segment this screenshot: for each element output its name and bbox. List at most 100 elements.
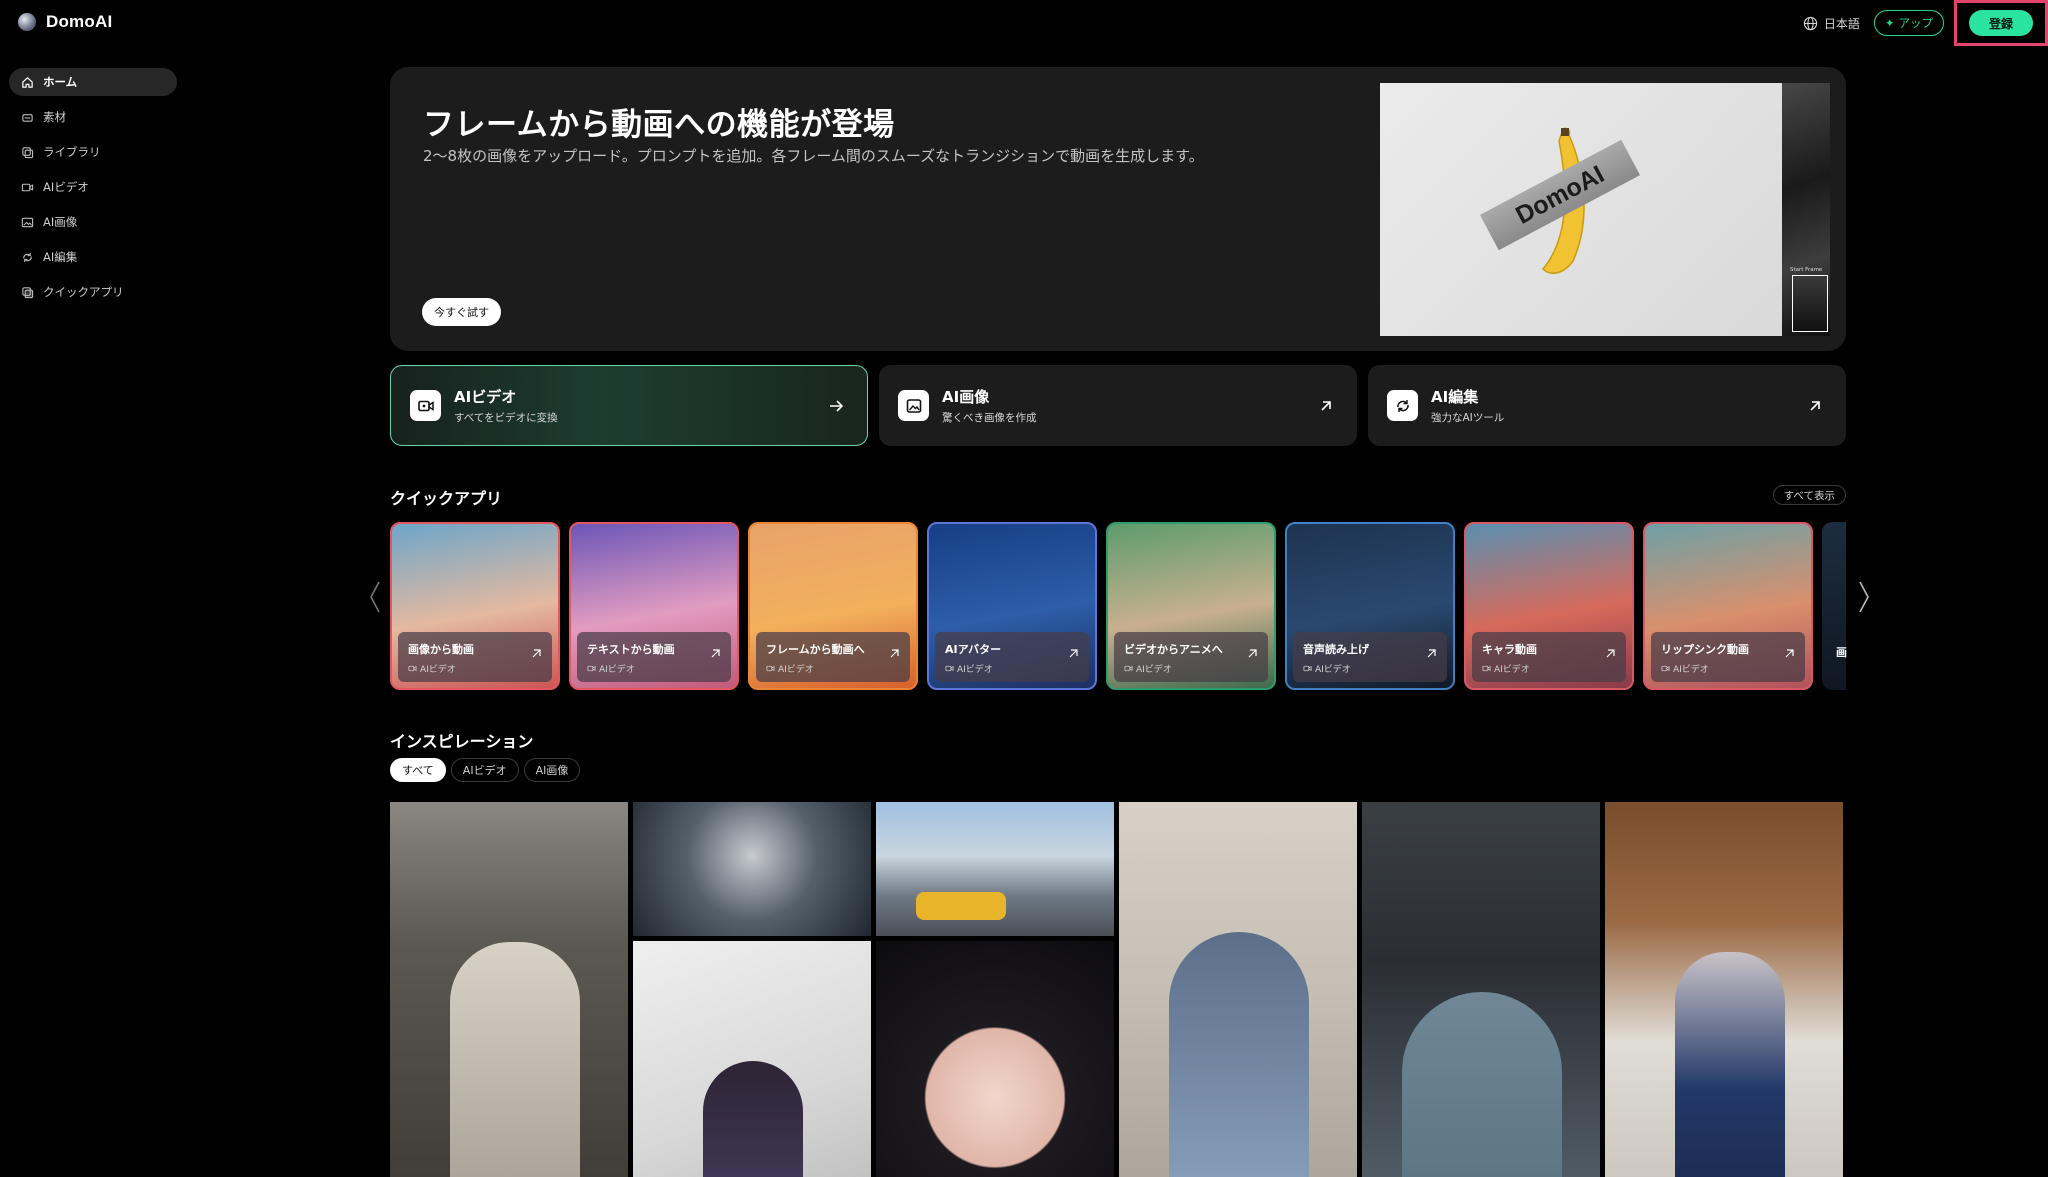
gallery-item[interactable] xyxy=(1605,802,1843,1177)
sidebar: ホーム 素材 ライブラリ AIビデオ AI画像 AI編集 クイックアプリ xyxy=(9,68,177,313)
assets-icon xyxy=(22,113,33,122)
register-button[interactable]: 登録 xyxy=(1969,10,2033,36)
quick-app-card[interactable]: フレームから動画へ AIビデオ xyxy=(748,522,918,690)
inspiration-title: インスピレーション xyxy=(390,732,534,751)
anime-boy-image xyxy=(703,1061,803,1177)
arrow-up-right-icon xyxy=(1785,649,1794,658)
show-all-button[interactable]: すべて表示 xyxy=(1772,485,1846,505)
anime-woman-image xyxy=(1675,952,1785,1177)
topbar-actions: 日本語 ✦ アップ 登録 xyxy=(1803,0,2048,46)
chevron-right-icon[interactable] xyxy=(1857,579,1871,615)
taxi-image xyxy=(916,892,1006,920)
arrow-up-right-icon xyxy=(1606,649,1615,658)
sparkle-icon: ✦ xyxy=(1884,16,1895,30)
start-frame-thumbnail[interactable] xyxy=(1792,275,1828,332)
quick-app-card[interactable]: ビデオからアニメへ AIビデオ xyxy=(1106,522,1276,690)
quick-app-tag: AIビデオ xyxy=(945,662,1079,675)
brand-logo[interactable]: DomoAI xyxy=(18,12,112,32)
language-label: 日本語 xyxy=(1823,16,1860,31)
quick-apps-carousel: 画像から動画 AIビデオ テキストから動画 AIビデオ フレームから動画へ AI… xyxy=(390,522,1847,690)
quick-app-label: AIアバター AIビデオ xyxy=(935,632,1089,682)
quick-app-card[interactable]: テキストから動画 AIビデオ xyxy=(569,522,739,690)
quick-app-tag: AIビデオ xyxy=(1661,662,1795,675)
couple-selfie-image xyxy=(450,942,580,1177)
image-icon xyxy=(898,390,929,421)
sidebar-item-label: AI編集 xyxy=(43,250,78,264)
filter-ai-image[interactable]: AI画像 xyxy=(523,758,581,782)
quick-app-card[interactable]: 画像から動画 AIビデオ xyxy=(390,522,560,690)
main-content: フレームから動画への機能が登場 2～8枚の画像をアップロード。プロンプトを追加。… xyxy=(370,67,1869,1177)
hero-image: DomoAI xyxy=(1380,83,1782,336)
quick-app-name: 画像から動画 xyxy=(408,643,474,656)
quick-app-tag: AIビデオ xyxy=(587,662,721,675)
sidebar-item-ai-image[interactable]: AI画像 xyxy=(9,208,177,236)
sidebar-item-quick-apps[interactable]: クイックアプリ xyxy=(9,278,177,306)
arrow-up-right-icon xyxy=(711,649,720,658)
quick-app-label: テキストから動画 AIビデオ xyxy=(577,632,731,682)
video-icon xyxy=(408,665,417,672)
quick-app-tag-label: AIビデオ xyxy=(957,665,993,675)
quick-app-card[interactable]: キャラ動画 AIビデオ xyxy=(1464,522,1634,690)
arrow-up-right-icon xyxy=(1069,649,1078,658)
arrow-right-icon xyxy=(830,399,844,412)
quick-app-card[interactable]: リップシンク動画 AIビデオ xyxy=(1643,522,1813,690)
quick-app-card-partial[interactable]: 画 xyxy=(1822,522,1847,690)
brand-name: DomoAI xyxy=(46,12,113,31)
quick-app-tag-label: AIビデオ xyxy=(778,665,814,675)
video-icon xyxy=(766,665,775,672)
feature-subtitle: 強力なAIツール xyxy=(1431,412,1505,424)
library-icon xyxy=(22,146,34,158)
register-highlight: 登録 xyxy=(1954,0,2048,46)
video-icon xyxy=(1124,665,1133,672)
feature-title: AI画像 xyxy=(942,388,990,406)
gallery-item[interactable] xyxy=(390,802,628,1177)
sidebar-item-ai-video[interactable]: AIビデオ xyxy=(9,173,177,201)
gallery-item[interactable] xyxy=(1362,802,1600,1177)
image-icon xyxy=(21,217,34,227)
globe-icon xyxy=(1803,16,1817,30)
gallery-item[interactable] xyxy=(1119,802,1357,1177)
filter-ai-video[interactable]: AIビデオ xyxy=(450,758,519,782)
language-selector[interactable]: 日本語 xyxy=(1803,15,1860,32)
feature-card-ai-image[interactable]: AI画像 驚くべき画像を作成 xyxy=(879,365,1357,446)
start-frame-label: Start Frame xyxy=(1790,267,1823,273)
feature-subtitle: 驚くべき画像を作成 xyxy=(942,412,1037,424)
app-button[interactable]: ✦ アップ xyxy=(1873,10,1944,36)
quick-app-label: ビデオからアニメへ AIビデオ xyxy=(1114,632,1268,682)
chevron-left-icon[interactable] xyxy=(368,579,382,615)
sidebar-item-label: 素材 xyxy=(43,110,66,124)
sidebar-item-label: クイックアプリ xyxy=(43,285,124,299)
video-icon xyxy=(410,390,441,421)
edit-icon xyxy=(1387,390,1418,421)
quick-app-tag-label: AIビデオ xyxy=(1494,665,1530,675)
feature-cards: AIビデオ すべてをビデオに変換 AI画像 驚くべき画像を作成 AI編集 強力な… xyxy=(390,365,1846,446)
try-now-button[interactable]: 今すぐ試す xyxy=(422,298,501,326)
quick-app-card[interactable]: 音声読み上げ AIビデオ xyxy=(1285,522,1455,690)
filter-all[interactable]: すべて xyxy=(390,758,446,782)
quick-app-name: ビデオからアニメへ xyxy=(1124,643,1223,656)
sidebar-item-assets[interactable]: 素材 xyxy=(9,103,177,131)
gallery-item[interactable] xyxy=(633,941,871,1177)
sidebar-item-label: AI画像 xyxy=(43,215,78,229)
quick-app-tag: AIビデオ xyxy=(766,662,900,675)
feature-card-ai-edit[interactable]: AI編集 強力なAIツール xyxy=(1368,365,1846,446)
gallery-item[interactable] xyxy=(633,802,871,936)
feature-title: AI編集 xyxy=(1431,388,1479,406)
sidebar-item-home[interactable]: ホーム xyxy=(9,68,177,96)
video-icon xyxy=(1303,665,1312,672)
sidebar-item-library[interactable]: ライブラリ xyxy=(9,138,177,166)
video-icon xyxy=(21,183,34,191)
quick-app-card[interactable]: AIアバター AIビデオ xyxy=(927,522,1097,690)
video-icon xyxy=(1482,665,1491,672)
home-icon xyxy=(22,76,33,88)
quick-app-tag: AIビデオ xyxy=(1124,662,1258,675)
feature-title: AIビデオ xyxy=(454,388,517,406)
quick-app-name: リップシンク動画 xyxy=(1661,643,1749,656)
inspiration-filters: すべて AIビデオ AI画像 xyxy=(390,758,581,782)
quick-app-tag-label: AIビデオ xyxy=(1673,665,1709,675)
sidebar-item-ai-edit[interactable]: AI編集 xyxy=(9,243,177,271)
feature-card-ai-video[interactable]: AIビデオ すべてをビデオに変換 xyxy=(390,365,868,446)
gallery-item[interactable] xyxy=(876,802,1114,936)
inspiration-gallery xyxy=(390,802,1846,1177)
gallery-item[interactable] xyxy=(876,941,1114,1177)
